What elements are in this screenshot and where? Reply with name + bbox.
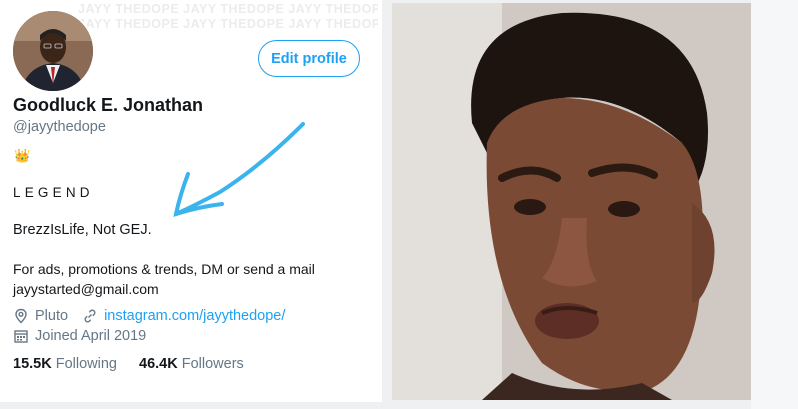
arrow-icon (173, 122, 305, 217)
profile-card: JAYY THEDOPE JAYY THEDOPE JAYY THEDOPE J… (0, 0, 382, 402)
right-margin (751, 0, 798, 409)
profile-photo (392, 3, 751, 400)
